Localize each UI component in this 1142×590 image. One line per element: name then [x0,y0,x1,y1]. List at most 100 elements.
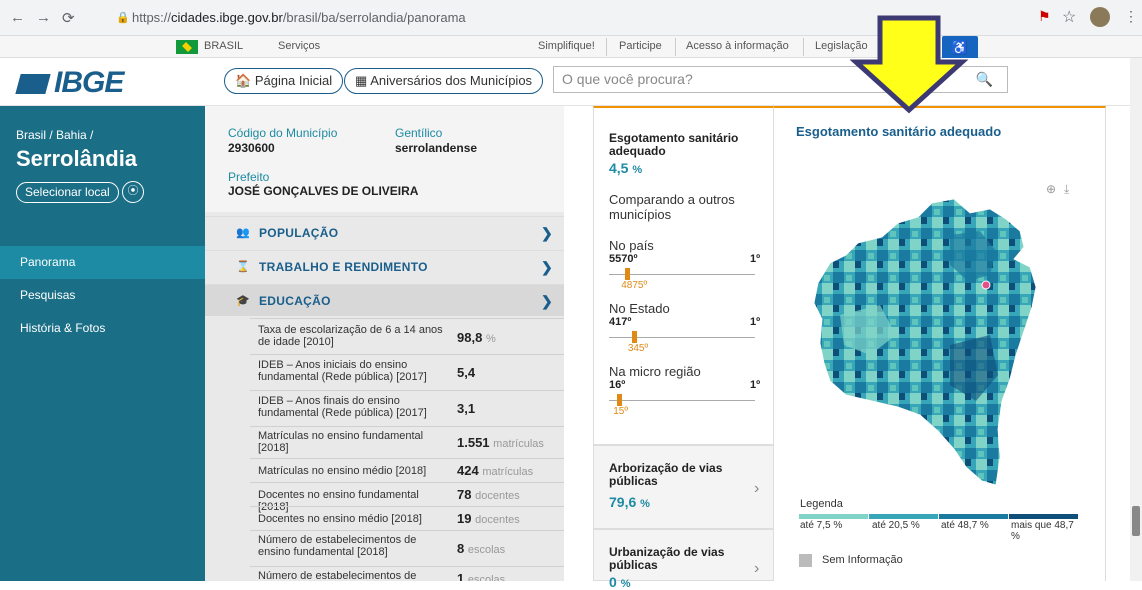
rank-total: 417º [609,316,632,328]
legend-bar [939,514,1008,519]
table-row: Matrículas no ensino fundamental [2018] 1… [250,426,564,458]
more-menu-icon[interactable]: ⋮ [1124,8,1138,25]
people-icon: 👥 [236,227,250,239]
card3-value: 0 % [609,574,631,590]
bookmark-star-icon[interactable]: ☆ [1062,7,1076,27]
rank-total: 16º [609,379,626,391]
reload-icon[interactable]: ⟳ [62,9,75,27]
prefeito-value: JOSÉ GONÇALVES DE OLIVEIRA [228,184,419,198]
chevron-right-icon: › [754,560,760,577]
table-row: Matrículas no ensino médio [2018] 424 mat… [250,458,564,482]
table-row: IDEB – Anos finais do ensino fundamental… [250,390,564,426]
zoom-icon[interactable]: ⊕ [1046,182,1056,196]
table-row: Número de estabelecimentos de ensino1 es… [250,566,564,581]
breadcrumb[interactable]: Brasil / Bahia / [16,128,93,142]
sidebar-item-pesquisas[interactable]: Pesquisas [0,279,205,312]
calendar-icon: ▦ [355,73,368,88]
code-label: Código do Município [228,126,338,140]
city-title: Serrolândia [16,146,138,171]
scrollbar-thumb[interactable] [1132,506,1140,536]
sidebar-item-panorama[interactable]: Panorama [0,246,205,279]
rank-first: 1º [750,253,761,265]
legend-label: até 48,7 % [941,520,989,531]
section-populacao[interactable]: 👥 POPULAÇÃO ❯ [205,216,564,248]
indicator-card[interactable]: Esgotamento sanitário adequado 4,5 % Com… [593,106,774,445]
rank-marker [625,268,631,280]
code-value: 2930600 [228,141,275,155]
card2-title: Arborização de vias públicas [609,461,723,488]
rank-scale [609,274,755,275]
profile-avatar[interactable] [1090,7,1110,27]
lock-icon: 🔒 [116,12,130,24]
card-urbanizacao[interactable]: Urbanização de vias públicas 0 % › [593,529,774,590]
chevron-right-icon: ❯ [541,259,553,275]
legend-swatch-no-info [799,554,812,567]
url-host: cidades.ibge.gov.br [171,10,283,25]
back-icon[interactable]: ← [10,9,25,26]
site-header: IBGE 🏠 Página Inicial ▦ Aniversários dos… [0,58,1142,106]
select-location-button[interactable]: Selecionar local [16,182,119,203]
gov-link-simplifique[interactable]: Simplifique! [538,40,595,52]
rank-label: No Estado [609,301,670,316]
gov-link-participe[interactable]: Participe [619,40,662,52]
legend-no-info: Sem Informação [822,554,903,566]
anniversaries-button[interactable]: ▦ Aniversários dos Municípios [344,68,544,94]
legend-bar [1009,514,1078,519]
rank-position: 15º [613,406,628,417]
home-icon: 🏠 [235,73,252,88]
rank-position: 4875º [621,280,648,291]
rank-position: 345º [627,343,649,354]
extension-icon[interactable]: ⚑ [1038,8,1051,25]
gov-brasil-link[interactable]: BRASIL [204,40,243,52]
legend-label: até 7,5 % [800,520,843,531]
rank-first: 1º [750,379,761,391]
rank-marker [617,394,623,406]
legend-bar [799,514,868,519]
section-educacao[interactable]: 🎓 EDUCAÇÃO ❯ [205,284,564,316]
card-arborizacao[interactable]: Arborização de vias públicas 79,6 % › [593,445,774,529]
hourglass-icon: ⌛ [236,261,250,273]
search-icon[interactable]: 🔍 [976,67,993,92]
section-trabalho[interactable]: ⌛ TRABALHO E RENDIMENTO ❯ [205,250,564,282]
gentilico-value: serrolandense [395,141,478,155]
rank-marker [631,331,637,343]
gov-link-acesso[interactable]: Acesso à informação [686,40,789,52]
brazil-flag-icon [176,40,198,54]
rank-total: 5570º [609,253,638,265]
forward-icon[interactable]: → [36,9,51,26]
bahia-map[interactable] [800,195,1100,495]
legend-label: mais que 48,7 % [1011,520,1074,542]
rank-label: Na micro região [609,364,701,379]
gov-services-link[interactable]: Serviços [278,40,320,52]
rank-scale [609,400,755,401]
table-row: Docentes no ensino fundamental [2018] 78 … [250,482,564,513]
indicator-title: Esgotamento sanitário adequado [609,131,739,158]
sidebar-item-historia[interactable]: História & Fotos [0,312,205,345]
browser-toolbar: ← → ⟳ 🔒 https://cidades.ibge.gov.br/bras… [0,0,1142,36]
table-row: Docentes no ensino médio [2018] 19 docent… [250,506,564,530]
ibge-logo[interactable]: IBGE [15,66,124,100]
gentilico-label: Gentílico [395,126,443,140]
chevron-right-icon: ❯ [541,225,553,241]
home-button[interactable]: 🏠 Página Inicial [224,68,344,94]
rank-label: No país [609,238,654,253]
rank-first: 1º [750,316,761,328]
sidebar: Brasil / Bahia / Serrolândia Selecionar … [0,106,205,581]
scrollbar[interactable] [1130,58,1142,581]
table-row: Taxa de escolarização de 6 a 14 anos de … [250,318,564,354]
chevron-right-icon: ❯ [541,293,553,309]
compare-label: Comparando a outros municípios [609,192,735,222]
card3-title: Urbanização de vias públicas [609,545,725,572]
card2-value: 79,6 % [609,494,650,510]
location-pin-icon [981,280,991,290]
legend-bar [869,514,938,519]
location-pin-icon[interactable]: ⦿ [122,181,144,203]
url-path: /brasil/ba/serrolandia/panorama [282,10,466,25]
prefeito-label: Prefeito [228,170,270,184]
chevron-right-icon: › [754,480,760,497]
arrow-annotation [850,15,969,114]
municipality-info: Código do Município 2930600 Gentílico se… [205,106,564,212]
url-prefix: https:// [132,10,172,25]
legend-title: Legenda [800,498,843,510]
table-row: IDEB – Anos iniciais do ensino fundament… [250,354,564,390]
